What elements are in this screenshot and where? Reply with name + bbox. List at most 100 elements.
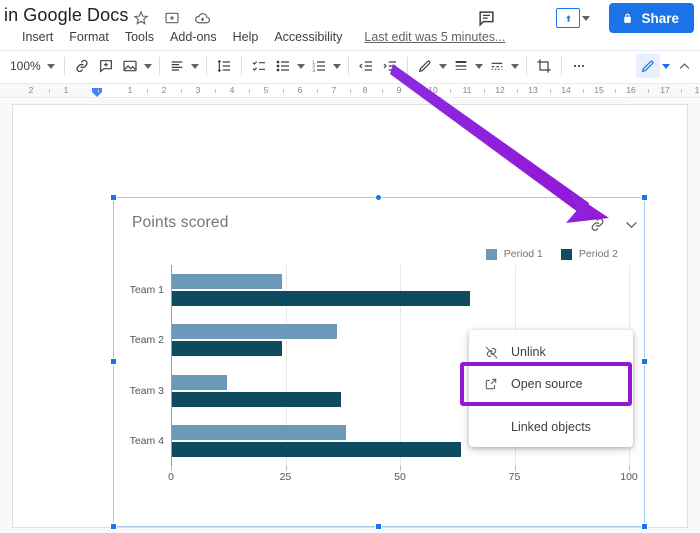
link-icon[interactable] xyxy=(70,54,94,78)
ruler-tick-mark xyxy=(283,89,284,93)
google-docs-window: in Google Docs Share Insert Format Tools… xyxy=(0,0,700,533)
ruler-tick-label: 14 xyxy=(561,85,571,95)
decrease-indent-icon[interactable] xyxy=(354,54,378,78)
ruler-tick-mark xyxy=(249,89,250,93)
ruler-tick-label: 8 xyxy=(362,85,368,95)
menu-item-format[interactable]: Format xyxy=(61,28,117,46)
line-spacing-icon[interactable] xyxy=(212,54,236,78)
ruler-tick-label: 12 xyxy=(495,85,505,95)
last-edit-status[interactable]: Last edit was 5 minutes... xyxy=(364,30,505,44)
menu-item-tools[interactable]: Tools xyxy=(117,28,162,46)
toolbar-separator xyxy=(158,57,160,75)
ruler-tick-mark xyxy=(416,89,417,93)
pen-caret-down-icon[interactable] xyxy=(437,54,449,78)
resize-handle-middle-left[interactable] xyxy=(110,358,117,365)
ruler-tick-label: 9 xyxy=(396,85,402,95)
ruler-tick-label: 13 xyxy=(528,85,538,95)
insert-image-icon[interactable] xyxy=(118,54,142,78)
editing-mode-pen-icon[interactable] xyxy=(636,54,660,78)
ruler-tick-label: 7 xyxy=(331,85,337,95)
menu-item-open-source[interactable]: Open source xyxy=(460,362,633,406)
ruler-tick-mark xyxy=(583,89,584,93)
menu-item-accessibility[interactable]: Accessibility xyxy=(266,28,350,46)
numbered-list-caret-down-icon[interactable] xyxy=(331,54,343,78)
menu-item-label: Open source xyxy=(511,377,583,391)
formatting-toolbar: 100% 1 2 3 xyxy=(0,51,700,81)
x-axis-tick-label: 75 xyxy=(508,471,521,483)
ruler-tick-mark xyxy=(317,89,318,93)
resize-handle-bottom-center[interactable] xyxy=(375,523,382,530)
insert-image-caret-down-icon[interactable] xyxy=(142,54,154,78)
more-options-icon[interactable] xyxy=(567,54,591,78)
present-caret-down-icon[interactable] xyxy=(582,15,590,21)
collapse-toolbar-icon[interactable] xyxy=(672,54,696,78)
legend-entry-period-1: Period 1 xyxy=(485,248,543,260)
chart-bar[interactable] xyxy=(172,391,342,407)
menu-item-help[interactable]: Help xyxy=(225,28,267,46)
chart-link-toolbar[interactable] xyxy=(586,213,642,235)
chain-link-icon[interactable] xyxy=(586,213,608,235)
chart-bar[interactable] xyxy=(172,441,461,457)
menu-item-unlink[interactable]: Unlink xyxy=(469,336,633,368)
document-canvas: Points scored Period 1 Period 2 0 25 50 … xyxy=(0,99,700,533)
toolbar-separator xyxy=(560,57,562,75)
document-page[interactable]: Points scored Period 1 Period 2 0 25 50 … xyxy=(12,104,688,530)
open-in-new-icon xyxy=(483,376,499,392)
legend-entry-period-2: Period 2 xyxy=(560,248,618,260)
align-caret-down-icon[interactable] xyxy=(189,54,201,78)
ruler-tick-label: 5 xyxy=(263,85,269,95)
chart-bar[interactable] xyxy=(172,374,227,390)
resize-handle-bottom-right[interactable] xyxy=(641,523,648,530)
indent-marker[interactable] xyxy=(91,85,103,97)
ruler-tick-mark xyxy=(550,89,551,93)
ruler[interactable]: 2 1 1 2 3 4 5 6 7 8 9 10 11 12 13 14 15 16 17 1 xyxy=(0,83,700,98)
ruler-tick-mark xyxy=(484,89,485,93)
toolbar-separator xyxy=(240,57,242,75)
resize-handle-top-left[interactable] xyxy=(110,194,117,201)
ruler-tick-mark xyxy=(49,89,50,93)
linked-chart-context-menu[interactable]: Unlink Open source Linked objects xyxy=(460,330,633,447)
resize-handle-bottom-left[interactable] xyxy=(110,523,117,530)
chart-bar[interactable] xyxy=(172,324,337,340)
menu-item-insert[interactable]: Insert xyxy=(14,28,61,46)
toolbar-separator xyxy=(347,57,349,75)
numbered-list-icon[interactable]: 123 xyxy=(307,54,331,78)
ruler-tick-label: 4 xyxy=(229,85,235,95)
chart-bar[interactable] xyxy=(172,424,347,440)
add-comment-icon[interactable] xyxy=(94,54,118,78)
align-icon[interactable] xyxy=(165,54,189,78)
chart-legend: Period 1 Period 2 xyxy=(485,248,618,260)
editing-mode-caret-down-icon[interactable] xyxy=(660,54,672,78)
border-weight-caret-down-icon[interactable] xyxy=(473,54,485,78)
chevron-down-icon[interactable] xyxy=(620,213,642,235)
border-dash-icon[interactable] xyxy=(485,54,509,78)
ruler-tick-label: 16 xyxy=(626,85,636,95)
increase-indent-icon[interactable] xyxy=(378,54,402,78)
rotate-handle-top-center[interactable] xyxy=(375,194,382,201)
menu-item-add-ons[interactable]: Add-ons xyxy=(162,28,225,46)
y-axis-category-label: Team 4 xyxy=(129,434,164,447)
ruler-tick-mark xyxy=(648,89,649,93)
ruler-tick-mark xyxy=(382,89,383,93)
resize-handle-middle-right[interactable] xyxy=(641,358,648,365)
zoom-selector[interactable]: 100% xyxy=(6,59,59,73)
chart-bar[interactable] xyxy=(172,291,470,307)
resize-handle-top-right[interactable] xyxy=(641,194,648,201)
menu-item-label: Unlink xyxy=(511,345,546,359)
ruler-tick-mark xyxy=(350,89,351,93)
document-title[interactable]: in Google Docs xyxy=(4,5,128,26)
checklist-icon[interactable] xyxy=(247,54,271,78)
chart-bar[interactable] xyxy=(172,274,282,290)
zoom-caret-down-icon[interactable] xyxy=(46,63,55,69)
crop-icon[interactable] xyxy=(532,54,556,78)
border-weight-icon[interactable] xyxy=(449,54,473,78)
text-color-pen-icon[interactable] xyxy=(413,54,437,78)
toolbar-separator xyxy=(63,57,65,75)
legend-label: Period 2 xyxy=(578,248,618,260)
y-axis-category-label: Team 3 xyxy=(129,384,164,397)
menu-item-linked-objects[interactable]: Linked objects xyxy=(469,411,633,443)
bulleted-list-icon[interactable] xyxy=(271,54,295,78)
bulleted-list-caret-down-icon[interactable] xyxy=(295,54,307,78)
chart-bar[interactable] xyxy=(172,341,282,357)
border-dash-caret-down-icon[interactable] xyxy=(509,54,521,78)
